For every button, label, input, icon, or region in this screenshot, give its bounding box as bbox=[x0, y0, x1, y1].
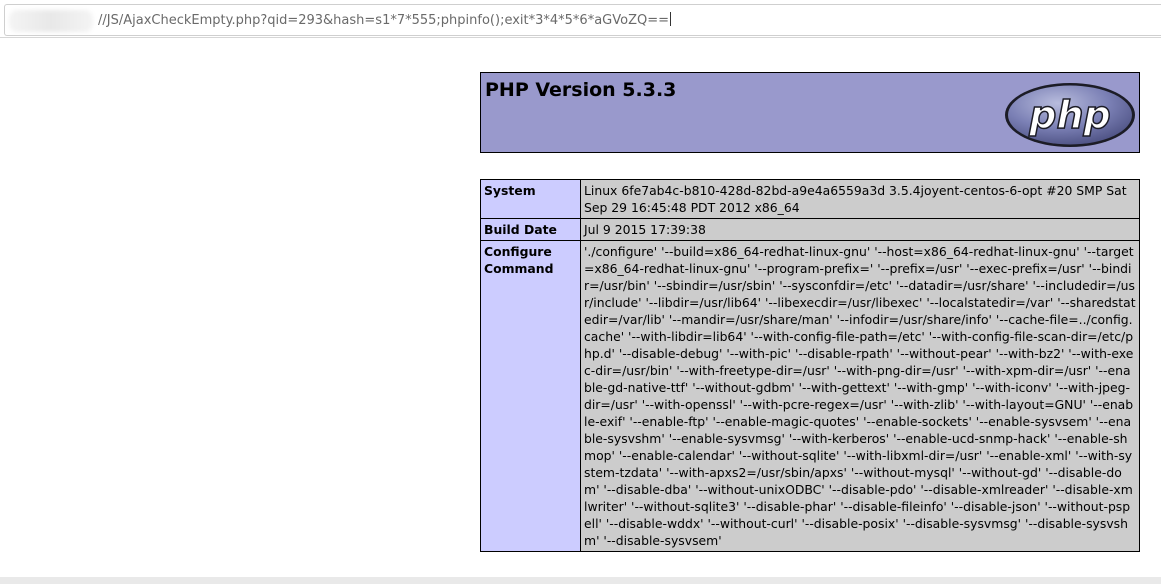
page-title: PHP Version 5.3.3 bbox=[485, 79, 677, 101]
php-logo[interactable]: php bbox=[1003, 81, 1137, 149]
table-row: Configure Command './configure' '--build… bbox=[480, 240, 1140, 552]
text-caret bbox=[670, 12, 672, 26]
browser-toolbar: //JS/AjaxCheckEmpty.php?qid=293&hash=s1*… bbox=[0, 0, 1161, 38]
address-bar-url: //JS/AjaxCheckEmpty.php?qid=293&hash=s1*… bbox=[98, 13, 670, 28]
table-row: System Linux 6fe7ab4c-b810-428d-82bd-a9e… bbox=[480, 179, 1140, 219]
row-value-system: Linux 6fe7ab4c-b810-428d-82bd-a9e4a6559a… bbox=[580, 179, 1140, 219]
address-bar[interactable]: //JS/AjaxCheckEmpty.php?qid=293&hash=s1*… bbox=[4, 4, 1161, 36]
redacted-host bbox=[9, 10, 93, 32]
window-bottom-edge bbox=[0, 577, 1161, 584]
row-value-configure-command: './configure' '--build=x86_64-redhat-lin… bbox=[580, 240, 1140, 552]
phpinfo-header: PHP Version 5.3.3 php bbox=[480, 72, 1140, 153]
address-bar-input[interactable]: //JS/AjaxCheckEmpty.php?qid=293&hash=s1*… bbox=[98, 12, 672, 28]
row-key-configure-command: Configure Command bbox=[480, 240, 581, 552]
row-value-build-date: Jul 9 2015 17:39:38 bbox=[580, 218, 1140, 241]
row-key-system: System bbox=[480, 179, 581, 219]
row-key-build-date: Build Date bbox=[480, 218, 581, 241]
phpinfo-page: PHP Version 5.3.3 php System Linux 6fe7a… bbox=[480, 72, 1140, 552]
php-logo-text: php bbox=[1028, 93, 1110, 137]
table-row: Build Date Jul 9 2015 17:39:38 bbox=[480, 218, 1140, 241]
phpinfo-table: System Linux 6fe7ab4c-b810-428d-82bd-a9e… bbox=[480, 179, 1140, 552]
